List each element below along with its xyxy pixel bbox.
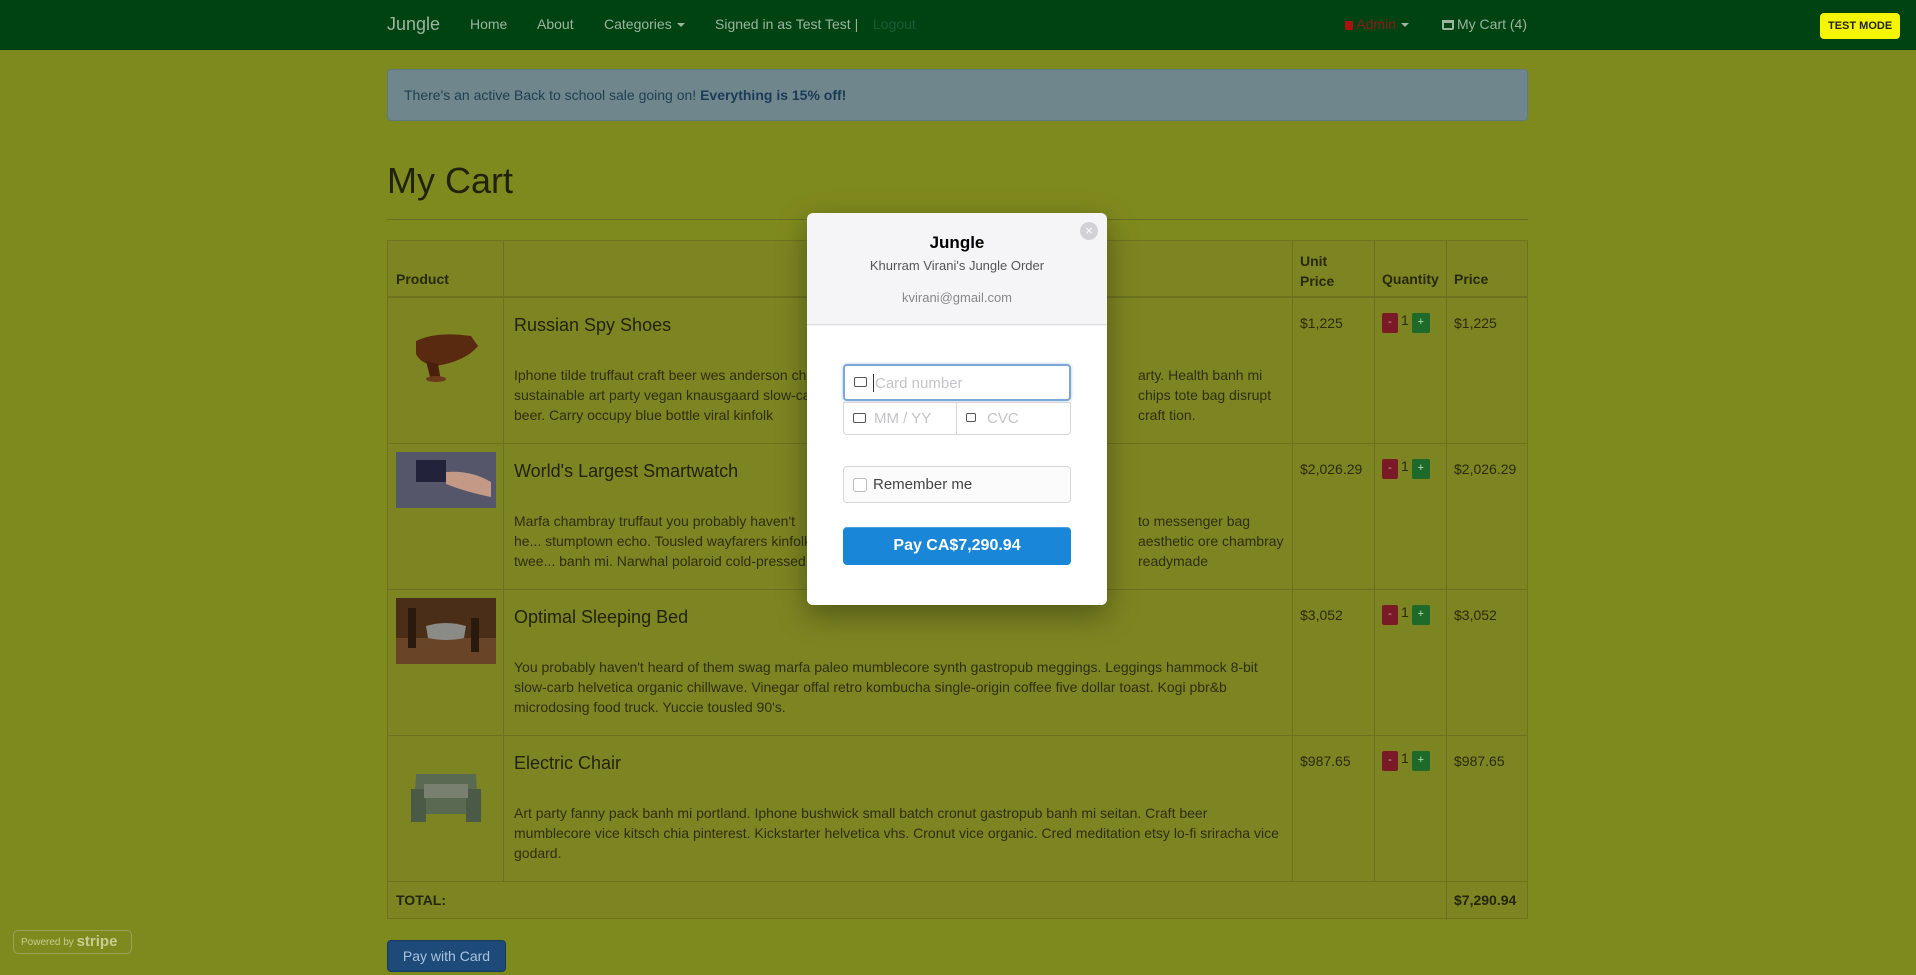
modal-header: Jungle Khurram Virani's Jungle Order kvi… xyxy=(807,213,1107,325)
quantity-stepper: -1 + xyxy=(1382,604,1430,625)
product-description: You probably haven't heard of them swag … xyxy=(514,659,1258,715)
decrease-quantity-button[interactable]: - xyxy=(1382,751,1398,771)
admin-label: Admin xyxy=(1356,16,1396,32)
quantity-stepper: -1 + xyxy=(1382,312,1430,333)
product-name: Russian Spy Shoes xyxy=(514,315,672,335)
increase-quantity-button[interactable]: + xyxy=(1411,605,1430,625)
sale-alert: There's an active Back to school sale go… xyxy=(387,69,1528,121)
alert-text: There's an active Back to school sale go… xyxy=(404,87,701,103)
table-row: Electric Chair Art party fanny pack banh… xyxy=(388,736,1527,882)
close-icon[interactable]: × xyxy=(1080,222,1098,240)
chevron-down-icon xyxy=(1401,23,1409,28)
line-price: $3,052 xyxy=(1454,607,1497,623)
decrease-quantity-button[interactable]: - xyxy=(1382,313,1398,333)
quantity-value: 1 xyxy=(1401,604,1409,620)
product-description: Marfa chambray truffaut you probably hav… xyxy=(514,513,812,569)
logout-link[interactable]: Logout xyxy=(873,16,916,32)
product-name: World's Largest Smartwatch xyxy=(514,461,739,481)
unit-price: $2,026.29 xyxy=(1300,461,1363,477)
card-number-placeholder: Card number xyxy=(875,375,963,392)
product-image xyxy=(396,744,496,844)
navbar-inner: Jungle Home About Categories Signed in a… xyxy=(387,0,1527,48)
alert-bold-text: Everything is 15% off! xyxy=(700,87,847,103)
modal-title: Jungle xyxy=(929,233,985,252)
cvc-placeholder: CVC xyxy=(987,410,1019,427)
my-cart-label: My Cart (4) xyxy=(1457,16,1527,32)
shopping-cart-icon xyxy=(1442,20,1454,30)
product-name: Optimal Sleeping Bed xyxy=(514,607,689,627)
nav-home-link[interactable]: Home xyxy=(470,16,507,32)
product-image xyxy=(396,598,496,664)
table-row: Optimal Sleeping Bed You probably haven'… xyxy=(388,590,1527,736)
nav-about-link[interactable]: About xyxy=(537,16,574,32)
header-unit-price: Unit Price xyxy=(1300,253,1335,289)
total-value: $7,290.94 xyxy=(1454,892,1517,908)
header-quantity: Quantity xyxy=(1382,271,1439,287)
lock-icon xyxy=(966,413,976,422)
decrease-quantity-button[interactable]: - xyxy=(1382,605,1398,625)
product-description: Art party fanny pack banh mi portland. I… xyxy=(514,805,1279,861)
admin-dropdown[interactable]: Admin xyxy=(1345,16,1409,32)
remember-me-checkbox[interactable] xyxy=(853,478,867,492)
remember-me-row[interactable]: Remember me xyxy=(843,466,1071,503)
powered-by-text: Powered by xyxy=(21,937,74,948)
header-product: Product xyxy=(396,271,449,287)
text-cursor xyxy=(873,374,874,392)
lock-icon xyxy=(1345,21,1354,30)
decrease-quantity-button[interactable]: - xyxy=(1382,459,1398,479)
remember-me-label: Remember me xyxy=(873,476,973,493)
unit-price: $1,225 xyxy=(1300,315,1343,331)
pay-button[interactable]: Pay CA$7,290.94 xyxy=(843,527,1071,565)
unit-price: $987.65 xyxy=(1300,753,1351,769)
line-price: $1,225 xyxy=(1454,315,1497,331)
cvc-input[interactable]: CVC xyxy=(956,402,1071,435)
quantity-value: 1 xyxy=(1401,458,1409,474)
line-price: $987.65 xyxy=(1454,753,1505,769)
increase-quantity-button[interactable]: + xyxy=(1411,459,1430,479)
modal-email: kvirani@gmail.com xyxy=(902,290,1012,305)
product-name: Electric Chair xyxy=(514,753,622,773)
stripe-logo: stripe xyxy=(76,933,118,950)
expiry-input[interactable]: MM / YY xyxy=(843,402,957,435)
quantity-stepper: -1 + xyxy=(1382,458,1430,479)
navbar: Jungle Home About Categories Signed in a… xyxy=(0,0,1916,50)
product-description-tail: to messenger bag aesthetic ore chambray … xyxy=(1138,513,1284,569)
modal-body: Card number MM / YY CVC Remember me Pay … xyxy=(807,326,1107,605)
expiry-placeholder: MM / YY xyxy=(874,410,932,427)
stripe-checkout-modal: Jungle Khurram Virani's Jungle Order kvi… xyxy=(807,213,1107,605)
header-price: Price xyxy=(1454,271,1489,287)
increase-quantity-button[interactable]: + xyxy=(1411,751,1430,771)
signed-in-text: Signed in as Test Test | xyxy=(715,16,859,32)
modal-subtitle: Khurram Virani's Jungle Order xyxy=(869,258,1045,273)
total-row: TOTAL: $7,290.94 xyxy=(388,882,1527,918)
powered-by-stripe-badge[interactable]: Powered by stripe xyxy=(13,930,132,954)
product-image xyxy=(396,306,496,386)
page-title: My Cart xyxy=(387,160,513,201)
quantity-value: 1 xyxy=(1401,312,1409,328)
credit-card-icon xyxy=(854,377,867,387)
my-cart-link[interactable]: My Cart (4) xyxy=(1442,16,1527,32)
line-price: $2,026.29 xyxy=(1454,461,1517,477)
chevron-down-icon xyxy=(676,23,685,28)
product-image xyxy=(396,452,496,508)
card-number-input[interactable]: Card number xyxy=(843,364,1071,401)
total-label: TOTAL: xyxy=(396,892,447,908)
nav-categories-dropdown[interactable]: Categories xyxy=(604,16,685,32)
quantity-stepper: -1 + xyxy=(1382,750,1430,771)
product-description: Iphone tilde truffaut craft beer wes and… xyxy=(514,367,823,423)
categories-label: Categories xyxy=(604,16,672,32)
increase-quantity-button[interactable]: + xyxy=(1411,313,1430,333)
product-description-tail: arty. Health banh mi chips tote bag disr… xyxy=(1138,367,1272,423)
calendar-icon xyxy=(853,413,866,423)
pay-with-card-button[interactable]: Pay with Card xyxy=(387,940,506,972)
quantity-value: 1 xyxy=(1401,750,1409,766)
test-mode-badge: TEST MODE xyxy=(1820,13,1901,39)
unit-price: $3,052 xyxy=(1300,607,1343,623)
brand-link[interactable]: Jungle xyxy=(387,14,440,35)
